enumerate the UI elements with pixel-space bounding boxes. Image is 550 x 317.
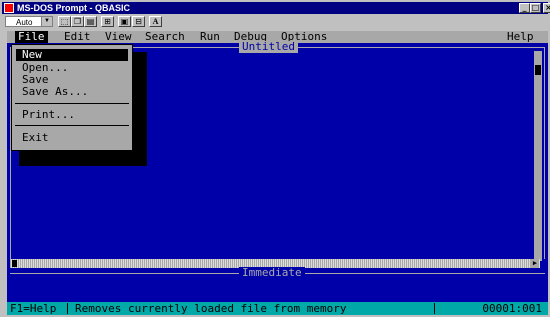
qbasic-screen: File Edit View Search Run Debug Options … (7, 31, 548, 315)
menu-edit[interactable]: Edit (64, 31, 91, 43)
menu-search[interactable]: Search (145, 31, 185, 43)
vertical-scroll-thumb[interactable] (535, 65, 541, 75)
menu-run[interactable]: Run (200, 31, 220, 43)
editor-right-border (544, 47, 545, 259)
minimize-button[interactable]: _ (519, 3, 530, 13)
horizontal-scroll-thumb[interactable] (12, 260, 17, 267)
dropdown-arrow-icon[interactable]: ▼ (41, 17, 52, 26)
menu-item-exit[interactable]: Exit (16, 132, 128, 144)
status-divider (67, 303, 68, 314)
mark-icon[interactable]: ⬚ (58, 16, 71, 27)
window-title: MS-DOS Prompt - QBASIC (17, 3, 131, 13)
menu-item-new[interactable]: New (16, 49, 128, 61)
paste-icon[interactable]: ▤ (84, 16, 97, 27)
immediate-title: Immediate (239, 267, 305, 279)
menu-item-save-as[interactable]: Save As... (16, 86, 128, 98)
font-size-value: Auto (16, 18, 33, 27)
cursor-position: 00001:001 (482, 302, 542, 315)
copy-icon[interactable]: ❐ (71, 16, 84, 27)
menu-help[interactable]: Help (507, 31, 534, 43)
toolbar: Auto ▼ ⬚ ❐ ▤ ⊞ ▣ ⊟ A (2, 15, 548, 31)
menu-file[interactable]: File (15, 31, 48, 43)
title-bar[interactable]: MS-DOS Prompt - QBASIC _ □ × (2, 2, 550, 14)
maximize-button[interactable]: □ (530, 3, 541, 13)
msdos-app-icon[interactable] (4, 3, 14, 13)
scroll-right-arrow-icon[interactable]: ▶ (531, 259, 539, 268)
menu-item-print[interactable]: Print... (16, 109, 128, 121)
font-button[interactable]: A (149, 16, 162, 27)
file-menu-dropdown: New Open... Save Save As... Print... Exi… (11, 44, 133, 151)
menu-separator (15, 103, 129, 104)
background-icon[interactable]: ⊟ (132, 16, 145, 27)
menu-view[interactable]: View (105, 31, 132, 43)
close-button[interactable]: × (543, 3, 550, 13)
status-divider (434, 303, 435, 314)
fullscreen-icon[interactable]: ⊞ (101, 16, 114, 27)
properties-icon[interactable]: ▣ (118, 16, 131, 27)
help-hint[interactable]: F1=Help (10, 302, 56, 315)
dos-prompt-window: MS-DOS Prompt - QBASIC _ □ × Auto ▼ ⬚ ❐ … (0, 0, 550, 317)
font-size-select[interactable]: Auto ▼ (5, 16, 53, 27)
menu-separator (15, 125, 129, 126)
vertical-scrollbar[interactable] (534, 51, 542, 261)
editor-title: Untitled (239, 41, 298, 53)
status-bar: F1=Help Removes currently loaded file fr… (7, 302, 548, 315)
status-message: Removes currently loaded file from memor… (75, 302, 347, 315)
